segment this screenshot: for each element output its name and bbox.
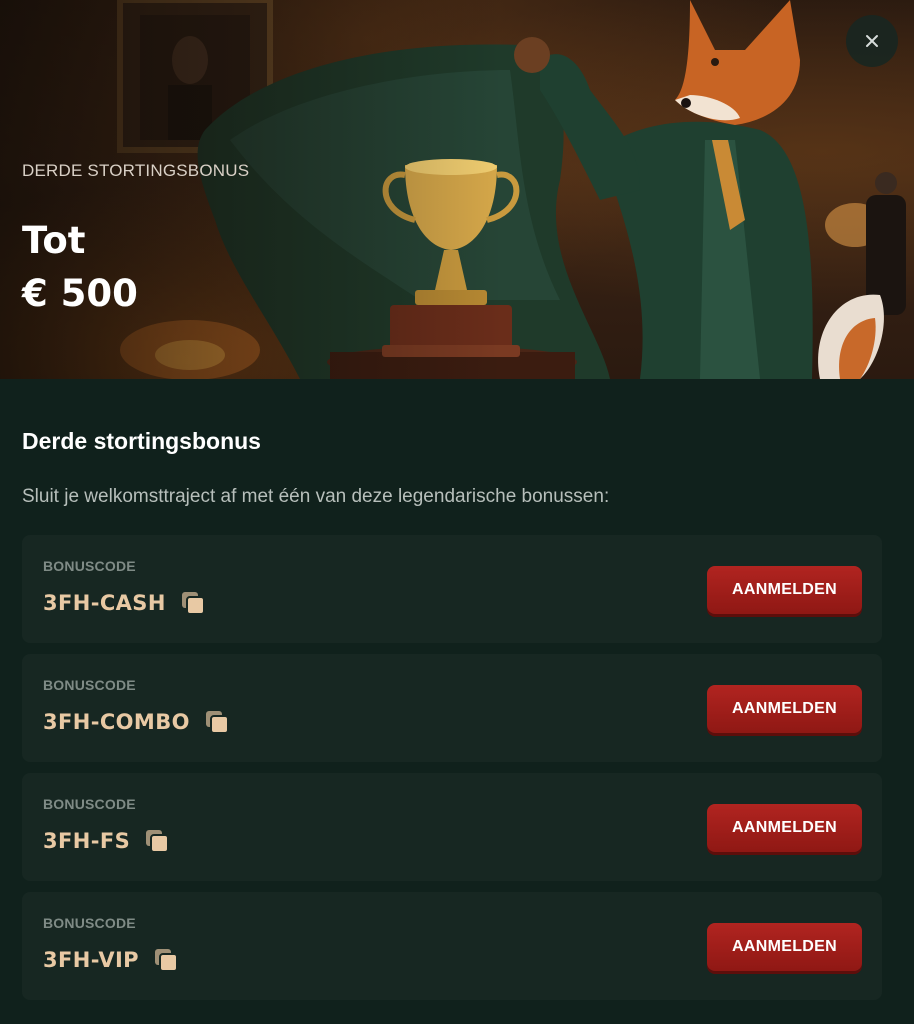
hero-amount: Tot € 500 xyxy=(22,214,282,320)
copy-icon[interactable] xyxy=(180,590,206,616)
bonus-content: Derde stortingsbonus Sluit je welkomsttr… xyxy=(0,379,914,1024)
bonus-card: BONUSCODE 3FH-CASH AANMELDEN xyxy=(22,535,882,643)
bonus-code-row: 3FH-CASH xyxy=(43,590,206,616)
bonus-code-label: BONUSCODE xyxy=(43,915,136,931)
hero-amount-line2: € 500 xyxy=(22,272,138,315)
bonus-code: 3FH-COMBO xyxy=(43,710,190,734)
bonus-code: 3FH-VIP xyxy=(43,948,139,972)
bonus-code-label: BONUSCODE xyxy=(43,677,136,693)
signup-button[interactable]: AANMELDEN xyxy=(707,923,862,971)
bonus-code-label: BONUSCODE xyxy=(43,796,136,812)
bonus-code-label: BONUSCODE xyxy=(43,558,136,574)
signup-button[interactable]: AANMELDEN xyxy=(707,685,862,733)
bonus-code-row: 3FH-FS xyxy=(43,828,170,854)
bonus-code-row: 3FH-COMBO xyxy=(43,709,230,735)
signup-button[interactable]: AANMELDEN xyxy=(707,566,862,614)
signup-button[interactable]: AANMELDEN xyxy=(707,804,862,852)
close-button[interactable] xyxy=(846,15,898,67)
hero-amount-line1: Tot xyxy=(22,219,86,262)
bonus-card: BONUSCODE 3FH-VIP AANMELDEN xyxy=(22,892,882,1000)
bonus-code: 3FH-CASH xyxy=(43,591,166,615)
bonus-code-row: 3FH-VIP xyxy=(43,947,179,973)
copy-icon[interactable] xyxy=(204,709,230,735)
bonus-code: 3FH-FS xyxy=(43,829,131,853)
copy-icon[interactable] xyxy=(144,828,170,854)
section-title: Derde stortingsbonus xyxy=(22,428,261,454)
close-icon xyxy=(866,35,878,47)
hero-kicker: DERDE STORTINGSBONUS xyxy=(22,161,250,180)
copy-icon[interactable] xyxy=(153,947,179,973)
bonus-card: BONUSCODE 3FH-FS AANMELDEN xyxy=(22,773,882,881)
bonus-card: BONUSCODE 3FH-COMBO AANMELDEN xyxy=(22,654,882,762)
hero-banner: DERDE STORTINGSBONUS Tot € 500 xyxy=(0,0,914,379)
hero-shade xyxy=(0,0,914,379)
section-description: Sluit je welkomsttraject af met één van … xyxy=(22,486,610,507)
